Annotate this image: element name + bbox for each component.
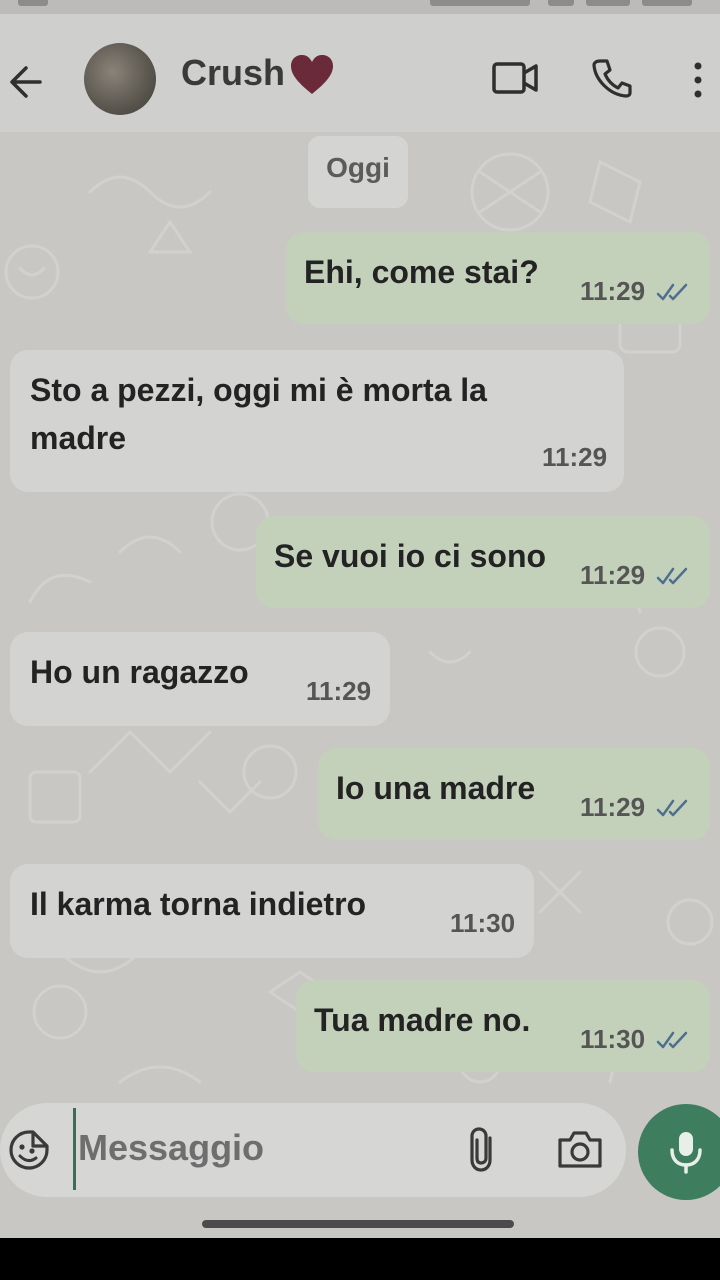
message-input[interactable]: Messaggio (78, 1120, 448, 1176)
wifi-icon (430, 0, 530, 6)
message-time: 11:29 (580, 560, 646, 590)
message-text: Sto a pezzi, oggi mi è morta la madre (30, 372, 487, 456)
video-camera-icon[interactable] (492, 58, 538, 98)
message-text: Ho un ragazzo (30, 654, 249, 690)
message-bubble-incoming[interactable]: Il karma torna indietro 11:30 (10, 864, 534, 958)
battery-icon (586, 0, 630, 6)
paperclip-icon[interactable] (462, 1126, 502, 1174)
clock-icon (18, 0, 48, 6)
message-bubble-outgoing[interactable]: Se vuoi io ci sono 11:29 (256, 516, 710, 608)
gesture-navigation-bar[interactable] (202, 1220, 514, 1228)
message-bubble-outgoing[interactable]: Io una madre 11:29 (318, 748, 710, 840)
text-caret (73, 1108, 76, 1190)
message-time: 11:29 (580, 276, 646, 306)
message-time: 11:29 (580, 792, 646, 822)
message-bubble-incoming[interactable]: Ho un ragazzo 11:29 (10, 632, 390, 726)
battery-percent-icon (642, 0, 692, 6)
read-ticks-icon (656, 567, 688, 585)
date-chip: Oggi (308, 136, 408, 208)
arrow-left-icon[interactable] (6, 62, 46, 102)
phone-icon[interactable] (592, 58, 632, 98)
message-text: Io una madre (336, 770, 536, 806)
camera-icon[interactable] (556, 1128, 604, 1170)
heart-icon (291, 55, 333, 94)
message-time: 11:30 (580, 1024, 646, 1054)
chat-header: Crush (0, 14, 720, 132)
message-text: Se vuoi io ci sono (274, 538, 547, 574)
read-ticks-icon (656, 283, 688, 301)
contact-name[interactable]: Crush (181, 52, 285, 94)
signal-icon (548, 0, 574, 6)
message-time: 11:29 (306, 676, 372, 706)
read-ticks-icon (656, 1031, 688, 1049)
message-bubble-incoming[interactable]: Sto a pezzi, oggi mi è morta la madre 11… (10, 350, 624, 492)
message-text: Ehi, come stai? (304, 254, 539, 290)
message-text: Tua madre no. (314, 1002, 531, 1038)
status-bar (0, 0, 720, 14)
read-ticks-icon (656, 799, 688, 817)
message-bubble-outgoing[interactable]: Ehi, come stai? 11:29 (286, 232, 710, 324)
message-text: Il karma torna indietro (30, 886, 367, 922)
chat-screen: Crush Oggi Ehi, come stai? 11:29 Sto a p… (0, 0, 720, 1238)
message-time: 11:30 (450, 908, 516, 938)
message-bubble-outgoing[interactable]: Tua madre no. 11:30 (296, 980, 710, 1072)
more-vertical-icon[interactable] (686, 58, 710, 102)
message-time: 11:29 (542, 442, 608, 472)
microphone-icon (670, 1132, 702, 1174)
sticker-emoji-icon[interactable] (8, 1129, 50, 1171)
avatar[interactable] (84, 43, 156, 115)
